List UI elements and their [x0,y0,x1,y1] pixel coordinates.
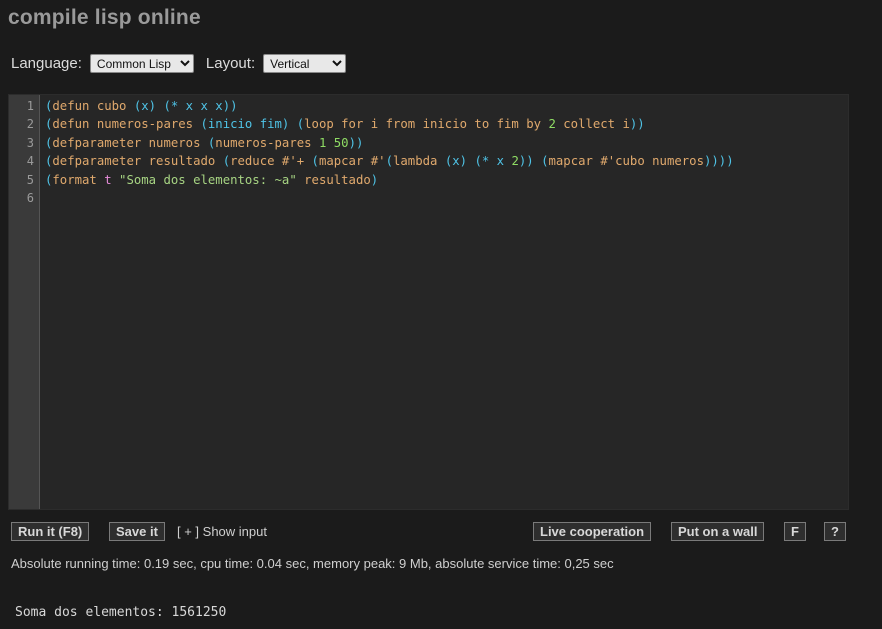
program-output: Soma dos elementos: 1561250 [15,605,227,620]
code-token: )))) [703,154,734,169]
code-token: ( [222,154,231,169]
line-number: 3 [26,135,34,150]
code-token: format [52,172,105,187]
run-button[interactable]: Run it (F8) [11,522,90,541]
code-token: defparameter resultado [52,154,223,169]
code-token: defparameter numeros [52,135,208,150]
layout-label: Layout: [205,55,256,72]
save-button[interactable]: Save it [109,522,165,541]
code-editor[interactable]: 123456 (defun cubo (x) (* x x x)) (defun … [8,94,849,510]
code-token: 2 [511,154,519,169]
code-token: lambda [392,154,445,169]
code-token: reduce #'+ [230,154,312,169]
code-line[interactable]: (defun numeros-pares (inicio fim) (loop … [45,115,645,133]
code-token: numeros-pares [215,135,319,150]
help-button[interactable]: ? [824,522,846,541]
live-cooperation-button[interactable]: Live cooperation [533,522,652,541]
f-button[interactable]: F [784,522,806,541]
execution-status: Absolute running time: 0.19 sec, cpu tim… [11,556,614,571]
code-line[interactable]: (defparameter resultado (reduce #'+ (map… [45,152,734,170]
code-token: mapcar #'cubo numeros [548,154,704,169]
line-number: 2 [26,117,34,132]
code-token: ) [370,172,379,187]
line-number: 6 [26,191,34,205]
line-number: 5 [26,172,34,187]
line-number-gutter: 1 2 3 4 5 6 [9,95,40,509]
code-token: )) [518,154,534,169]
language-label: Language: [11,55,82,72]
code-token: )) [348,135,364,150]
show-input-toggle[interactable]: [ + ] Show input [177,524,267,539]
settings-bar: Language: Common Lisp Layout: Vertical [11,54,347,73]
code-token: "Soma dos elementos: ~a" [119,172,297,187]
code-token: ( [311,154,319,169]
code-token: (inicio fim) [200,117,290,132]
code-token: ( [385,154,393,169]
code-token: collect i [555,117,630,132]
language-select[interactable]: Common Lisp [89,54,194,73]
code-line[interactable]: (defun cubo (x) (* x x x)) [45,97,238,115]
code-token: (x) [444,154,468,169]
code-token: t [104,172,112,187]
layout-select[interactable]: Vertical [263,54,347,73]
code-token: (* x [474,154,512,169]
code-line[interactable]: (format t "Soma dos elementos: ~a" resul… [45,171,378,189]
code-token: resultado [296,172,371,187]
code-line[interactable]: (defparameter numeros (numeros-pares 1 5… [45,134,363,152]
code-token: 50 [333,135,349,150]
page-title: compile lisp online [8,6,201,29]
code-token: defun numeros-pares [52,117,201,132]
put-on-wall-button[interactable]: Put on a wall [671,522,765,541]
code-token: (* x x x)) [163,99,238,113]
code-token: (x) [133,99,157,113]
line-number: 4 [26,154,34,169]
code-token: )) [629,117,645,132]
code-token: ( [541,154,549,169]
code-token: 2 [548,117,556,132]
code-token: loop for i from inicio to fim by [304,117,549,132]
code-token: mapcar #' [318,154,386,169]
line-number: 1 [26,99,34,113]
code-token: defun cubo [52,99,134,113]
